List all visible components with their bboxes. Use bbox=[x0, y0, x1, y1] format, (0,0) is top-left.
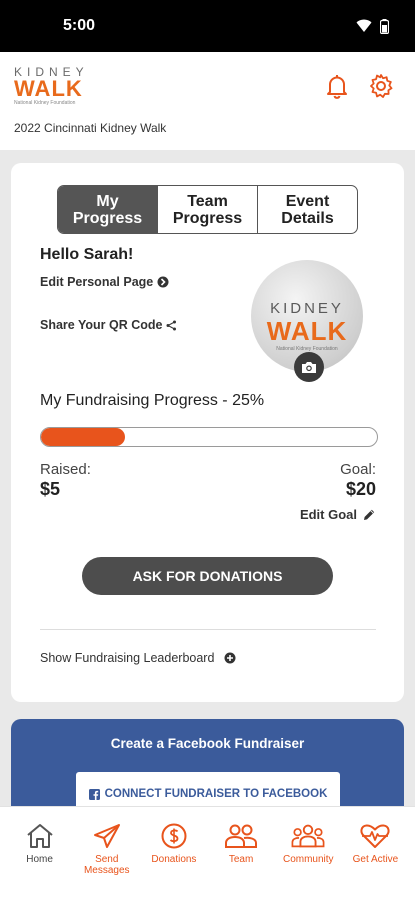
raised-label: Raised: bbox=[40, 461, 91, 478]
progress-bar-fill bbox=[41, 428, 125, 446]
ask-for-donations-button[interactable]: ASK FOR DONATIONS bbox=[82, 557, 333, 595]
edit-goal-label: Edit Goal bbox=[299, 507, 357, 522]
arrow-circle-right-icon bbox=[157, 276, 169, 288]
system-icons bbox=[356, 18, 389, 34]
send-icon bbox=[90, 821, 124, 851]
goal-label: Goal: bbox=[340, 461, 376, 478]
tab-team-progress[interactable]: Team Progress bbox=[157, 186, 257, 233]
settings-gear-icon[interactable] bbox=[367, 72, 395, 100]
tab-my-progress[interactable]: My Progress bbox=[58, 186, 157, 233]
progress-card: My Progress Team Progress Event Details … bbox=[11, 163, 404, 702]
event-title: 2022 Cincinnati Kidney Walk bbox=[14, 121, 167, 135]
wifi-icon bbox=[356, 19, 372, 32]
nav-get-active[interactable]: Get Active bbox=[342, 821, 409, 900]
connect-facebook-label: CONNECT FUNDRAISER TO FACEBOOK bbox=[104, 788, 328, 800]
dollar-icon bbox=[157, 821, 191, 851]
tab-bar: My Progress Team Progress Event Details bbox=[57, 185, 358, 234]
fundraising-progress-title: My Fundraising Progress - 25% bbox=[40, 392, 265, 409]
kidney-walk-logo: KIDNEY WALK National Kidney Foundation bbox=[14, 65, 89, 106]
fundraising-progress-bar bbox=[40, 427, 378, 447]
battery-icon bbox=[380, 18, 389, 34]
tab-event-details[interactable]: Event Details bbox=[257, 186, 357, 233]
camera-icon[interactable] bbox=[294, 352, 324, 382]
leaderboard-label: Show Fundraising Leaderboard bbox=[40, 651, 215, 665]
goal-value: $20 bbox=[345, 479, 376, 499]
status-time: 5:00 bbox=[63, 17, 96, 34]
divider bbox=[40, 629, 376, 630]
show-leaderboard-link[interactable]: Show Fundraising Leaderboard bbox=[40, 651, 236, 665]
facebook-fundraiser-title: Create a Facebook Fundraiser bbox=[110, 736, 305, 751]
team-icon bbox=[224, 821, 258, 851]
status-bar: 5:00 bbox=[0, 0, 415, 52]
pencil-icon bbox=[364, 509, 375, 520]
home-icon bbox=[23, 821, 57, 851]
edit-goal-link[interactable]: Edit Goal bbox=[300, 507, 376, 522]
community-icon bbox=[291, 821, 325, 851]
facebook-icon bbox=[88, 788, 100, 800]
nav-team[interactable]: Team bbox=[208, 821, 275, 900]
share-icon bbox=[166, 320, 177, 330]
edit-personal-page-link[interactable]: Edit Personal Page bbox=[40, 275, 169, 289]
share-qr-label: Share Your QR Code bbox=[40, 318, 163, 332]
raised-value: $5 bbox=[40, 479, 61, 499]
nav-send-messages[interactable]: Send Messages bbox=[73, 821, 140, 900]
heart-pulse-icon bbox=[358, 821, 392, 851]
greeting: Hello Sarah! bbox=[40, 246, 134, 263]
nav-donations[interactable]: Donations bbox=[140, 821, 207, 900]
nav-community[interactable]: Community bbox=[275, 821, 342, 900]
notifications-bell-icon[interactable] bbox=[323, 72, 351, 100]
edit-personal-page-label: Edit Personal Page bbox=[40, 275, 154, 289]
share-qr-link[interactable]: Share Your QR Code bbox=[40, 318, 177, 332]
plus-circle-icon bbox=[224, 652, 236, 664]
app-header: KIDNEY WALK National Kidney Foundation 2… bbox=[0, 52, 415, 150]
bottom-nav: Home Send Messages Donations Team Commun… bbox=[0, 806, 415, 900]
nav-home[interactable]: Home bbox=[6, 821, 73, 900]
